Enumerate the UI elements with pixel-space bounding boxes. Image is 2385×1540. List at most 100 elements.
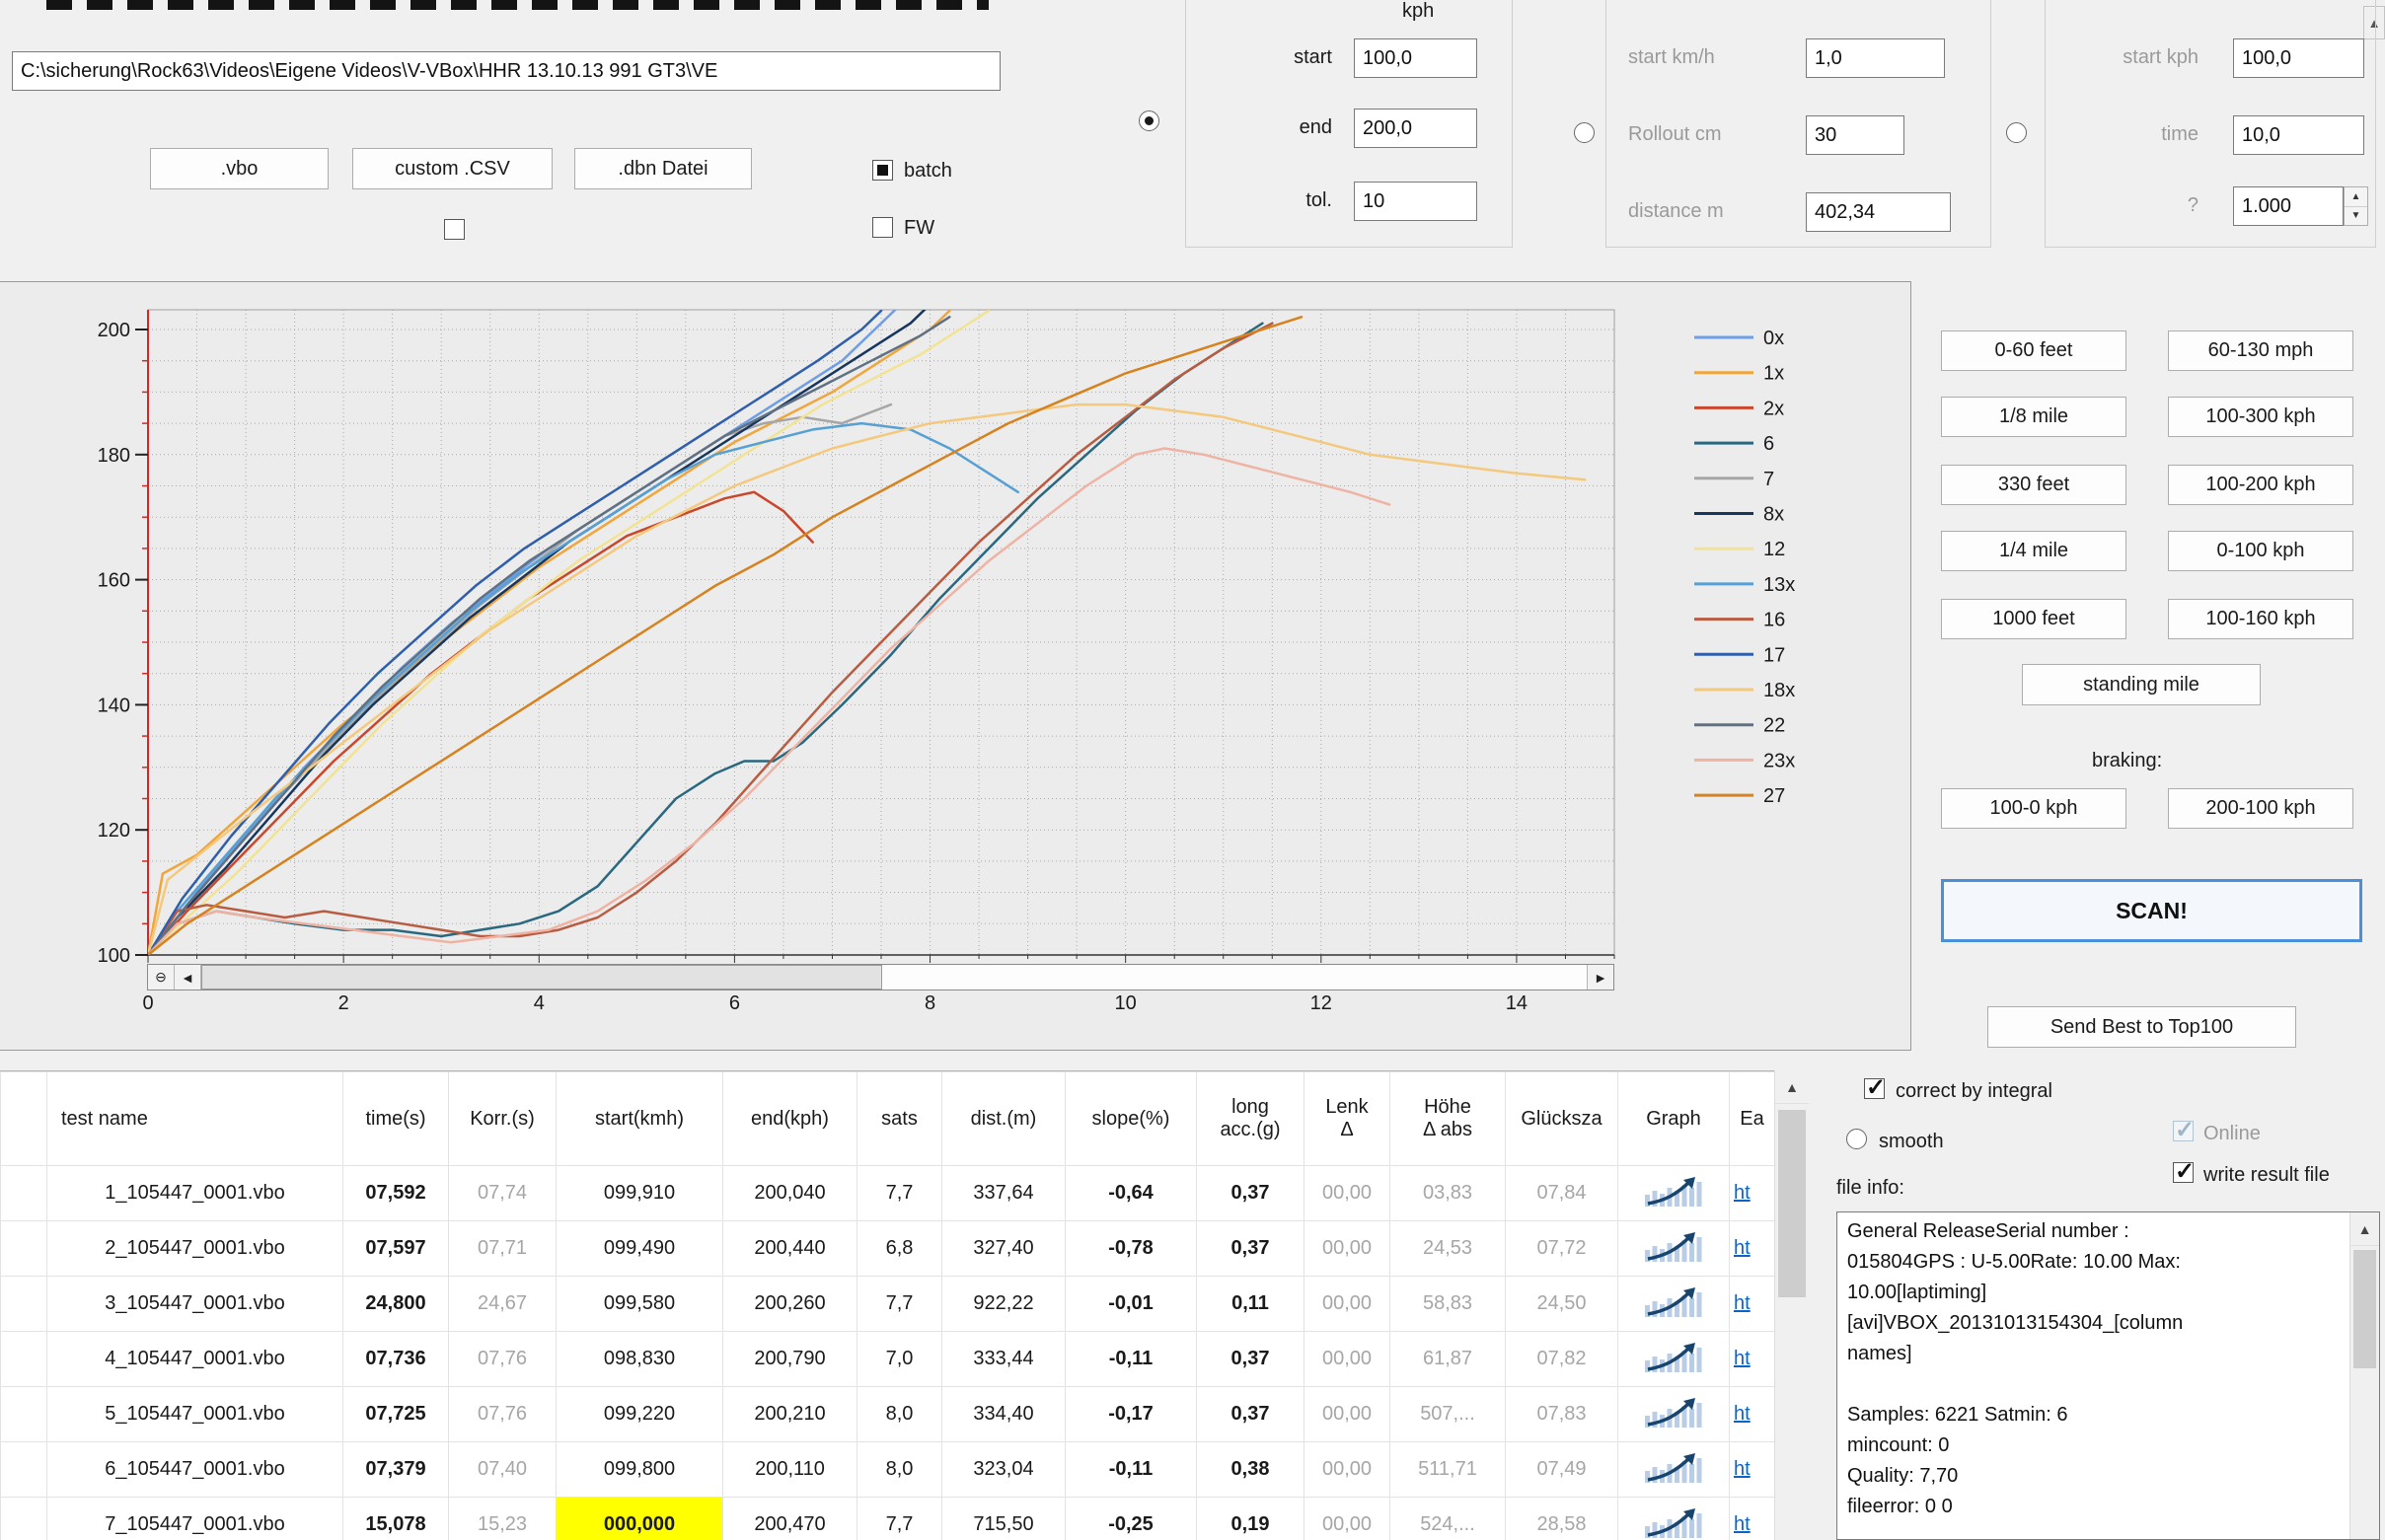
file-info-scroll-thumb[interactable] [2353,1250,2376,1368]
graph-thumbnail-icon[interactable] [1643,1171,1704,1210]
cell-end[interactable]: 200,790 [723,1332,857,1387]
table-row[interactable]: 2_105447_0001.vbo07,59707,71099,490200,4… [1,1221,1775,1277]
cell-longacc[interactable]: 0,37 [1197,1221,1304,1277]
custom-csv-button[interactable]: custom .CSV [352,148,553,189]
smooth-radio[interactable] [1846,1129,1867,1149]
result-link[interactable]: ht [1734,1237,1751,1259]
time-input[interactable] [2233,115,2364,155]
cell-time[interactable]: 07,379 [343,1442,449,1498]
spinner-up-icon[interactable]: ▲ [2345,187,2367,207]
cell-start[interactable]: 098,830 [557,1332,723,1387]
cell-lenk[interactable]: 00,00 [1304,1498,1390,1540]
cell-slope[interactable]: -0,25 [1066,1498,1197,1540]
graph-thumbnail-icon[interactable] [1643,1226,1704,1266]
btn-standing-mile[interactable]: standing mile [2022,664,2261,705]
spinner-down-icon[interactable]: ▼ [2345,207,2367,226]
btn-200-100-kph[interactable]: 200-100 kph [2168,788,2353,829]
cell-longacc[interactable]: 0,37 [1197,1332,1304,1387]
cell-longacc[interactable]: 0,19 [1197,1498,1304,1540]
start-input[interactable] [1354,38,1477,78]
graph-thumbnail-icon[interactable] [1643,1337,1704,1376]
cell-start[interactable]: 099,490 [557,1221,723,1277]
cell-graph[interactable] [1618,1332,1730,1387]
scroll-right-icon[interactable]: ► [1587,965,1613,990]
btn-100-0-kph[interactable]: 100-0 kph [1941,788,2126,829]
cell-graph[interactable] [1618,1166,1730,1221]
cell-graph[interactable] [1618,1387,1730,1442]
cell-lenk[interactable]: 00,00 [1304,1442,1390,1498]
cell-end[interactable]: 200,470 [723,1498,857,1540]
graph-thumbnail-icon[interactable] [1643,1447,1704,1487]
cell-gluck[interactable]: 07,83 [1506,1387,1618,1442]
table-vertical-scrollbar[interactable]: ▲ [1774,1070,1809,1540]
col-header-graph[interactable]: Graph [1618,1072,1730,1166]
cell-lenk[interactable]: 00,00 [1304,1387,1390,1442]
cell-end[interactable]: 200,440 [723,1221,857,1277]
cell-sats[interactable]: 7,7 [857,1498,942,1540]
table-scroll-up-icon[interactable]: ▲ [1775,1070,1809,1104]
cell-hoehe[interactable]: 524,... [1390,1498,1506,1540]
batch-checkbox[interactable] [872,160,893,181]
cell-time[interactable]: 07,597 [343,1221,449,1277]
col-header-end[interactable]: end(kph) [723,1072,857,1166]
start-kph-input[interactable] [2233,38,2364,78]
cell-hoehe[interactable]: 03,83 [1390,1166,1506,1221]
write-result-file-checkbox[interactable]: ✓ [2173,1162,2194,1183]
col-header-hoehe[interactable]: Höhe Δ abs [1390,1072,1506,1166]
cell-ea[interactable]: ht [1730,1221,1775,1277]
cell-dist[interactable]: 323,04 [942,1442,1066,1498]
results-table[interactable]: test nametime(s)Korr.(s)start(kmh)end(kp… [0,1071,1774,1540]
result-link[interactable]: ht [1734,1458,1751,1480]
cell-slope[interactable]: -0,78 [1066,1221,1197,1277]
tolerance-input[interactable] [1354,182,1477,221]
cell-korr[interactable]: 15,23 [449,1498,557,1540]
cell-dist[interactable]: 334,40 [942,1387,1066,1442]
cell-ea[interactable]: ht [1730,1277,1775,1332]
cell-graph[interactable] [1618,1221,1730,1277]
cell-lenk[interactable]: 00,00 [1304,1332,1390,1387]
file-info-scrollbar[interactable]: ▲ [2349,1212,2379,1539]
cell-sats[interactable]: 7,0 [857,1332,942,1387]
cell-slope[interactable]: -0,01 [1066,1277,1197,1332]
col-header-dist[interactable]: dist.(m) [942,1072,1066,1166]
cell-longacc[interactable]: 0,38 [1197,1442,1304,1498]
col-header-time[interactable]: time(s) [343,1072,449,1166]
cell-end[interactable]: 200,110 [723,1442,857,1498]
cell-slope[interactable]: -0,11 [1066,1442,1197,1498]
col-header-sats[interactable]: sats [857,1072,942,1166]
chart-scroll-track[interactable] [201,965,1587,990]
table-row[interactable]: 7_105447_0001.vbo15,07815,23000,000200,4… [1,1498,1775,1540]
cell-lenk[interactable]: 00,00 [1304,1277,1390,1332]
cell-start[interactable]: 000,000 [557,1498,723,1540]
table-row[interactable]: 1_105447_0001.vbo07,59207,74099,910200,0… [1,1166,1775,1221]
correct-by-integral-checkbox[interactable]: ✓ [1864,1078,1885,1099]
cell-gluck[interactable]: 24,50 [1506,1277,1618,1332]
cell-korr[interactable]: 07,74 [449,1166,557,1221]
cell-name[interactable]: 4_105447_0001.vbo [47,1332,343,1387]
col-header-slope[interactable]: slope(%) [1066,1072,1197,1166]
file-info-scroll-up-icon[interactable]: ▲ [2350,1212,2379,1246]
fw-checkbox[interactable] [872,217,893,238]
cell-hoehe[interactable]: 511,71 [1390,1442,1506,1498]
cell-hoehe[interactable]: 58,83 [1390,1277,1506,1332]
cell-sats[interactable]: 6,8 [857,1221,942,1277]
cell-name[interactable]: 3_105447_0001.vbo [47,1277,343,1332]
cell-gluck[interactable]: 28,58 [1506,1498,1618,1540]
btn-100-300-kph[interactable]: 100-300 kph [2168,397,2353,437]
cell-longacc[interactable]: 0,37 [1197,1387,1304,1442]
graph-thumbnail-icon[interactable] [1643,1392,1704,1431]
mode-radio-distance[interactable] [1574,122,1595,143]
end-input[interactable] [1354,109,1477,148]
col-header-name[interactable]: test name [47,1072,343,1166]
unlabeled-checkbox[interactable] [444,219,465,240]
cell-ea[interactable]: ht [1730,1498,1775,1540]
mode-radio-speed-range[interactable] [1139,110,1159,131]
cell-time[interactable]: 07,592 [343,1166,449,1221]
scroll-left-icon[interactable]: ◄ [175,965,201,990]
btn-0-100-kph[interactable]: 0-100 kph [2168,531,2353,571]
cell-gluck[interactable]: 07,84 [1506,1166,1618,1221]
cell-time[interactable]: 07,725 [343,1387,449,1442]
cell-hoehe[interactable]: 24,53 [1390,1221,1506,1277]
cell-longacc[interactable]: 0,11 [1197,1277,1304,1332]
cell-start[interactable]: 099,800 [557,1442,723,1498]
